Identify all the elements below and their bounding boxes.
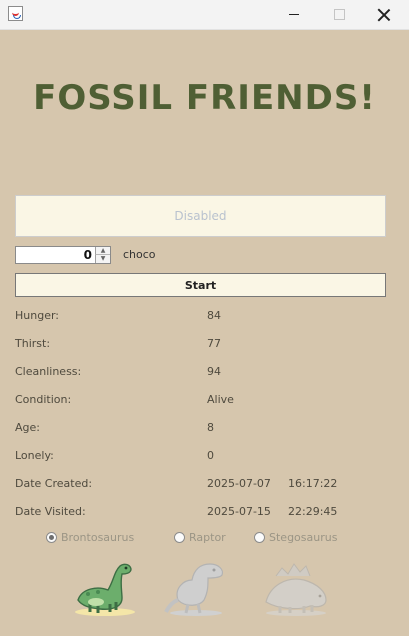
species-option-brontosaurus[interactable]: Brontosaurus — [46, 531, 134, 544]
condition-value: Alive — [207, 393, 234, 406]
date-created-value: 2025-07-07 — [207, 477, 271, 490]
date-visited-label: Date Visited: — [15, 505, 86, 518]
radio-brontosaurus[interactable] — [46, 532, 57, 543]
java-app-icon — [8, 6, 23, 21]
minimize-icon — [289, 14, 299, 15]
hunger-label: Hunger: — [15, 309, 59, 322]
maximize-icon — [333, 9, 345, 20]
quantity-spinner[interactable]: 0 ▲ ▼ — [15, 246, 111, 264]
species-option-raptor[interactable]: Raptor — [174, 531, 226, 544]
title-bar — [0, 0, 409, 30]
raptor-icon[interactable] — [164, 558, 228, 618]
spinner-up-button[interactable]: ▲ — [95, 247, 110, 255]
age-label: Age: — [15, 421, 40, 434]
date-visited-value: 2025-07-15 — [207, 505, 271, 518]
time-visited-value: 22:29:45 — [288, 505, 338, 518]
cleanliness-label: Cleanliness: — [15, 365, 82, 378]
pet-name-label: choco — [123, 248, 156, 261]
age-value: 8 — [207, 421, 214, 434]
app-window: FOSSIL FRIENDS! Disabled 0 ▲ ▼ choco Sta… — [0, 0, 409, 636]
minimize-button[interactable] — [271, 0, 317, 29]
cleanliness-value: 94 — [207, 365, 221, 378]
stegosaurus-icon[interactable] — [260, 558, 332, 618]
thirst-value: 77 — [207, 337, 221, 350]
condition-label: Condition: — [15, 393, 72, 406]
brontosaurus-icon[interactable] — [70, 558, 140, 618]
radio-raptor[interactable] — [174, 532, 185, 543]
thirst-label: Thirst: — [15, 337, 51, 350]
maximize-button[interactable] — [316, 0, 362, 29]
species-option-stegosaurus[interactable]: Stegosaurus — [254, 531, 337, 544]
game-title: FOSSIL FRIENDS! — [33, 78, 376, 118]
lonely-value: 0 — [207, 449, 214, 462]
status-display: Disabled — [15, 195, 386, 237]
species-label-stegosaurus: Stegosaurus — [269, 531, 338, 544]
date-created-label: Date Created: — [15, 477, 93, 490]
close-button[interactable] — [361, 0, 407, 29]
start-button[interactable]: Start — [15, 273, 386, 297]
species-label-raptor: Raptor — [189, 531, 226, 544]
hunger-value: 84 — [207, 309, 221, 322]
species-label-brontosaurus: Brontosaurus — [61, 531, 135, 544]
spinner-down-button[interactable]: ▼ — [95, 255, 110, 263]
spinner-value[interactable]: 0 — [16, 247, 94, 263]
time-created-value: 16:17:22 — [288, 477, 338, 490]
radio-stegosaurus[interactable] — [254, 532, 265, 543]
lonely-label: Lonely: — [15, 449, 54, 462]
close-icon — [377, 8, 391, 22]
